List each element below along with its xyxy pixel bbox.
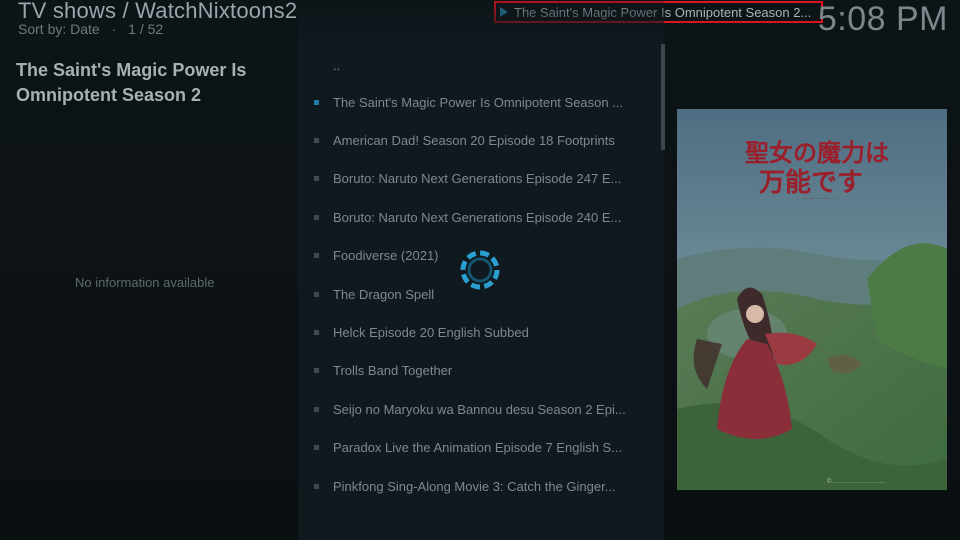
loading-spinner-icon bbox=[460, 250, 500, 290]
list-item-parent[interactable]: .. bbox=[298, 46, 664, 84]
list-item-label: Pinkfong Sing-Along Movie 3: Catch the G… bbox=[333, 478, 616, 494]
no-info-text: No information available bbox=[75, 275, 215, 290]
bullet bbox=[314, 214, 319, 220]
sort-button[interactable]: Sort by: Date bbox=[18, 21, 100, 37]
bullet bbox=[314, 252, 319, 258]
clock: 5:08 PM bbox=[817, 0, 948, 38]
file-list: .. The Saint's Magic Power Is Omnipotent… bbox=[298, 44, 664, 540]
list-item[interactable]: Pinkfong Sing-Along Movie 3: Catch the G… bbox=[298, 467, 664, 505]
bullet bbox=[314, 137, 319, 143]
list-item-label: Boruto: Naruto Next Generations Episode … bbox=[333, 170, 622, 186]
bullet bbox=[314, 444, 319, 450]
list-item[interactable]: Paradox Live the Animation Episode 7 Eng… bbox=[298, 428, 664, 466]
sort-info: Sort by: Date · 1 / 52 bbox=[18, 21, 163, 37]
list-item-label: Paradox Live the Animation Episode 7 Eng… bbox=[333, 439, 623, 455]
list-scrollbar[interactable] bbox=[661, 44, 665, 150]
list-header-shade bbox=[298, 0, 664, 44]
kodi-screen: TV shows / WatchNixtoons2 Sort by: Date … bbox=[0, 0, 960, 540]
svg-text:……………: …………… bbox=[802, 194, 837, 201]
bullet bbox=[314, 329, 319, 335]
list-item[interactable]: The Saint's Magic Power Is Omnipotent Se… bbox=[298, 83, 664, 121]
bullet bbox=[314, 99, 319, 105]
bullet bbox=[314, 483, 319, 489]
list-item-label: Boruto: Naruto Next Generations Episode … bbox=[333, 209, 622, 225]
item-position: 1 / 52 bbox=[128, 21, 164, 37]
separator: · bbox=[111, 21, 117, 37]
list-item[interactable]: American Dad! Season 20 Episode 18 Footp… bbox=[298, 121, 664, 159]
bullet bbox=[314, 291, 319, 297]
bullet bbox=[314, 175, 319, 181]
list-item[interactable]: Helck Episode 20 English Subbed bbox=[298, 313, 664, 351]
list-item[interactable]: Boruto: Naruto Next Generations Episode … bbox=[298, 159, 664, 197]
list-item-label: Seijo no Maryoku wa Bannou desu Season 2… bbox=[333, 401, 626, 417]
list-item[interactable]: Seijo no Maryoku wa Bannou desu Season 2… bbox=[298, 390, 664, 428]
bullet bbox=[314, 63, 319, 68]
list-item-label: .. bbox=[333, 57, 341, 73]
svg-text:©………………………: ©……………………… bbox=[827, 478, 885, 485]
list-item[interactable]: Trolls Band Together bbox=[298, 351, 664, 389]
list-item[interactable]: Boruto: Naruto Next Generations Episode … bbox=[298, 198, 664, 236]
poster-image: 聖女の魔力は 万能です …………… ©……………………… bbox=[677, 109, 947, 490]
list-item-label: Helck Episode 20 English Subbed bbox=[333, 324, 529, 340]
bullet bbox=[314, 367, 319, 373]
list-item-label: Trolls Band Together bbox=[333, 362, 453, 378]
bullet bbox=[314, 406, 319, 412]
list-item-label: American Dad! Season 20 Episode 18 Footp… bbox=[333, 132, 615, 148]
selected-item-title: The Saint's Magic Power Is Omnipotent Se… bbox=[16, 60, 247, 105]
svg-text:聖女の魔力は: 聖女の魔力は bbox=[745, 138, 889, 167]
list-item-label: The Saint's Magic Power Is Omnipotent Se… bbox=[333, 94, 624, 110]
